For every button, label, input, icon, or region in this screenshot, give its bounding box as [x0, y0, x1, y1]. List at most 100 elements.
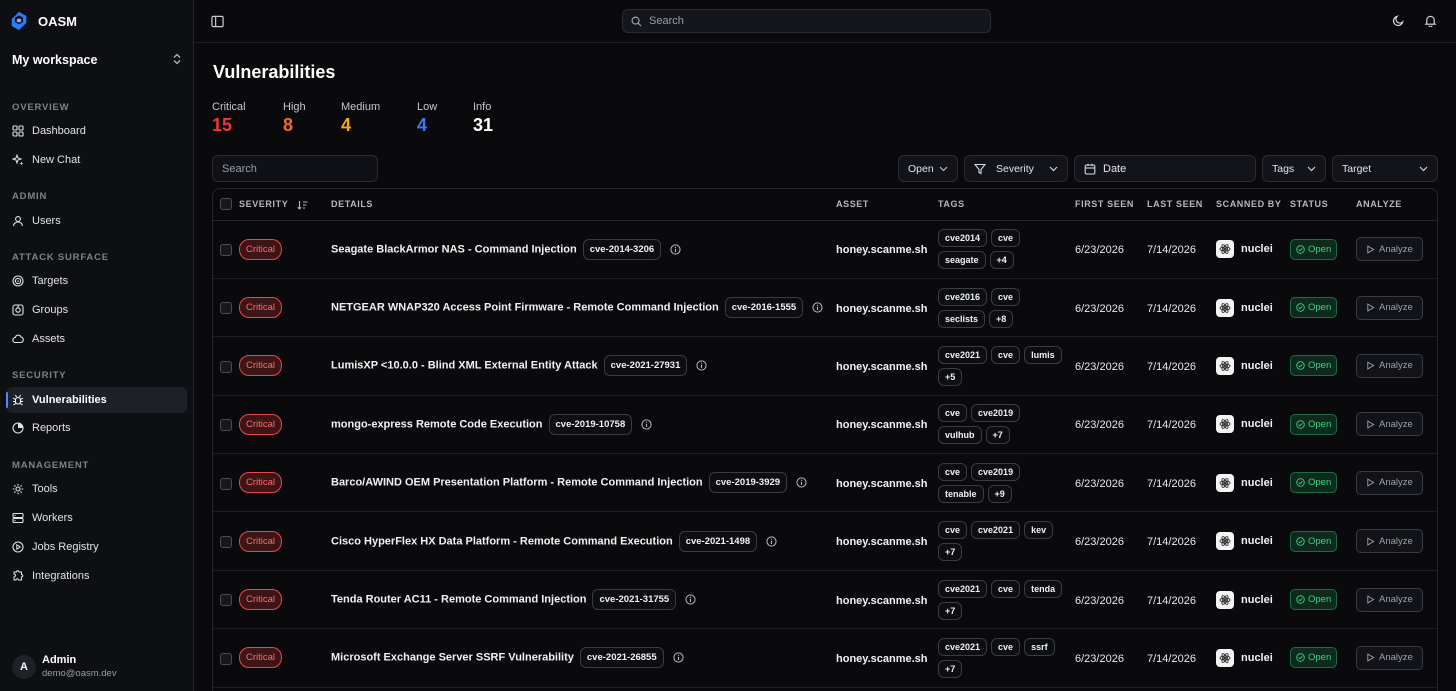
table-row[interactable]: Critical Microsoft Exchange Server SSRF V…	[213, 628, 1437, 688]
analyze-button[interactable]: Analyze	[1356, 353, 1423, 378]
table-row[interactable]: Critical Cisco HyperFlex HX Data Platform…	[213, 511, 1437, 571]
workspace-switcher[interactable]: My workspace	[12, 50, 182, 70]
analyze-button[interactable]: Analyze	[1356, 587, 1423, 612]
row-checkbox[interactable]	[220, 302, 232, 315]
tag-chip[interactable]: cve	[991, 345, 1021, 364]
row-checkbox[interactable]	[220, 535, 232, 548]
tag-chip[interactable]: cve2021	[938, 345, 988, 364]
tag-chip[interactable]: cve2016	[938, 287, 988, 306]
info-icon[interactable]	[673, 652, 684, 664]
analyze-button[interactable]: Analyze	[1356, 237, 1423, 262]
row-checkbox[interactable]	[220, 244, 232, 257]
tag-chip[interactable]: kev	[1024, 521, 1054, 540]
cve-chip[interactable]: cve-2021-31755	[592, 589, 677, 611]
sidebar-item-workers[interactable]: Workers	[6, 505, 187, 531]
sort-descending-icon[interactable]	[297, 200, 308, 210]
tag-chip[interactable]: seagate	[938, 251, 986, 270]
tag-chip[interactable]: cve2021	[938, 579, 988, 598]
analyze-button[interactable]: Analyze	[1356, 295, 1423, 320]
tag-chip[interactable]: tenda	[1024, 579, 1063, 598]
asset-host[interactable]: honey.scanme.sh	[836, 303, 928, 315]
tag-chip[interactable]: cve	[938, 462, 968, 481]
asset-host[interactable]: honey.scanme.sh	[836, 244, 928, 256]
column-severity[interactable]: SEVERITY	[239, 189, 317, 221]
tags-filter[interactable]: Tags	[1262, 155, 1326, 182]
row-checkbox[interactable]	[220, 594, 232, 607]
table-row[interactable]: Critical NETGEAR WNAP320 Access Point Fir…	[213, 278, 1437, 338]
analyze-button[interactable]: Analyze	[1356, 529, 1423, 554]
tag-chip[interactable]: +7	[938, 543, 963, 562]
brand[interactable]: OASM	[8, 9, 77, 33]
sidebar-item-tools[interactable]: Tools	[6, 476, 187, 502]
tag-chip[interactable]: cve	[991, 229, 1021, 248]
table-row[interactable]: Critical Tenda Router AC11 - Remote Comma…	[213, 570, 1437, 630]
sidebar-item-assets[interactable]: Assets	[6, 326, 187, 352]
asset-host[interactable]: honey.scanme.sh	[836, 595, 928, 607]
target-filter[interactable]: Target	[1332, 155, 1438, 182]
tag-chip[interactable]: cve	[938, 404, 968, 423]
theme-toggle-moon-icon[interactable]	[1392, 14, 1405, 27]
info-icon[interactable]	[796, 477, 807, 488]
tag-chip[interactable]: +9	[987, 484, 1012, 503]
tag-chip[interactable]: cve	[991, 637, 1021, 656]
info-icon[interactable]	[696, 360, 707, 372]
table-row[interactable]: Critical mongo-express Remote Code Execut…	[213, 395, 1437, 455]
sidebar-item-new-chat[interactable]: New Chat	[6, 147, 187, 173]
tag-chip[interactable]: +5	[938, 367, 963, 386]
sidebar-toggle-icon[interactable]	[211, 15, 224, 28]
tag-chip[interactable]: ssrf	[1024, 637, 1055, 656]
sidebar-item-dashboard[interactable]: Dashboard	[6, 118, 187, 144]
table-search-input[interactable]	[222, 162, 372, 175]
vulnerability-name[interactable]: Cisco HyperFlex HX Data Platform - Remot…	[331, 535, 673, 547]
table-row[interactable]: Critical LumisXP <10.0.0 - Blind XML Exte…	[213, 336, 1437, 396]
asset-host[interactable]: honey.scanme.sh	[836, 478, 928, 490]
tag-chip[interactable]: vulhub	[938, 426, 982, 445]
tag-chip[interactable]: seclists	[938, 309, 986, 328]
analyze-button[interactable]: Analyze	[1356, 470, 1423, 495]
info-icon[interactable]	[766, 536, 777, 547]
cve-chip[interactable]: cve-2019-3929	[708, 472, 788, 494]
sidebar-item-targets[interactable]: Targets	[6, 268, 187, 294]
row-checkbox[interactable]	[220, 477, 232, 490]
tag-chip[interactable]: cve	[991, 579, 1021, 598]
tag-chip[interactable]: cve2019	[971, 404, 1021, 423]
tag-chip[interactable]: cve2021	[971, 521, 1021, 540]
cve-chip[interactable]: cve-2021-1498	[678, 530, 758, 552]
row-checkbox[interactable]	[220, 419, 232, 432]
cve-chip[interactable]: cve-2014-3206	[582, 238, 662, 260]
vulnerability-name[interactable]: NETGEAR WNAP320 Access Point Firmware - …	[331, 302, 719, 314]
asset-host[interactable]: honey.scanme.sh	[836, 419, 928, 431]
tag-chip[interactable]: +7	[985, 426, 1010, 445]
sidebar-item-integrations[interactable]: Integrations	[6, 563, 187, 589]
sidebar-item-users[interactable]: Users	[6, 208, 187, 234]
cve-chip[interactable]: cve-2019-10758	[548, 413, 633, 435]
vulnerability-name[interactable]: LumisXP <10.0.0 - Blind XML External Ent…	[331, 360, 598, 372]
vulnerability-name[interactable]: Barco/AWIND OEM Presentation Platform - …	[331, 477, 703, 489]
asset-host[interactable]: honey.scanme.sh	[836, 653, 928, 665]
vulnerability-name[interactable]: Seagate BlackArmor NAS - Command Injecti…	[331, 243, 577, 255]
notifications-bell-icon[interactable]	[1424, 14, 1437, 27]
severity-filter[interactable]: Severity	[964, 155, 1068, 182]
analyze-button[interactable]: Analyze	[1356, 645, 1423, 670]
tag-chip[interactable]: cve2014	[938, 229, 988, 248]
tag-chip[interactable]: tenable	[938, 484, 984, 503]
asset-host[interactable]: honey.scanme.sh	[836, 361, 928, 373]
info-icon[interactable]	[812, 302, 823, 313]
cve-chip[interactable]: cve-2021-26855	[579, 647, 664, 669]
row-checkbox[interactable]	[220, 360, 232, 373]
tag-chip[interactable]: cve	[991, 287, 1021, 306]
tag-chip[interactable]: cve	[938, 521, 968, 540]
row-checkbox[interactable]	[220, 652, 232, 665]
table-row[interactable]: Critical Barco/AWIND OEM Presentation Pla…	[213, 453, 1437, 513]
status-filter[interactable]: Open	[898, 155, 958, 182]
sidebar-item-jobs-registry[interactable]: Jobs Registry	[6, 534, 187, 560]
analyze-button[interactable]: Analyze	[1356, 412, 1423, 437]
date-filter[interactable]: Date	[1074, 155, 1256, 182]
global-search-input[interactable]	[649, 15, 969, 27]
tag-chip[interactable]: +7	[938, 601, 963, 620]
info-icon[interactable]	[641, 419, 652, 430]
tag-chip[interactable]: cve2019	[971, 462, 1021, 481]
cve-chip[interactable]: cve-2021-27931	[603, 355, 688, 377]
vulnerability-name[interactable]: Tenda Router AC11 - Remote Command Injec…	[331, 594, 586, 606]
select-all-checkbox[interactable]	[220, 198, 232, 211]
